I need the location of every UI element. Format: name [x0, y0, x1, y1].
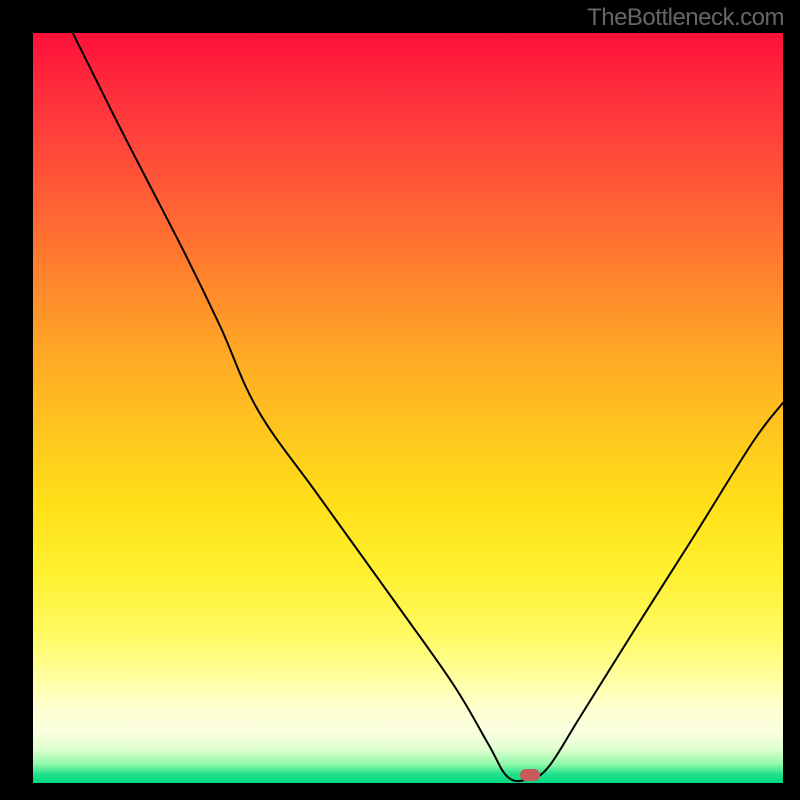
plot-area — [33, 33, 783, 783]
optimal-point-marker — [520, 769, 540, 781]
curve-svg — [33, 33, 783, 783]
bottleneck-curve-path — [73, 33, 783, 781]
chart-container: TheBottleneck.com — [0, 0, 800, 800]
watermark-text: TheBottleneck.com — [587, 4, 784, 32]
